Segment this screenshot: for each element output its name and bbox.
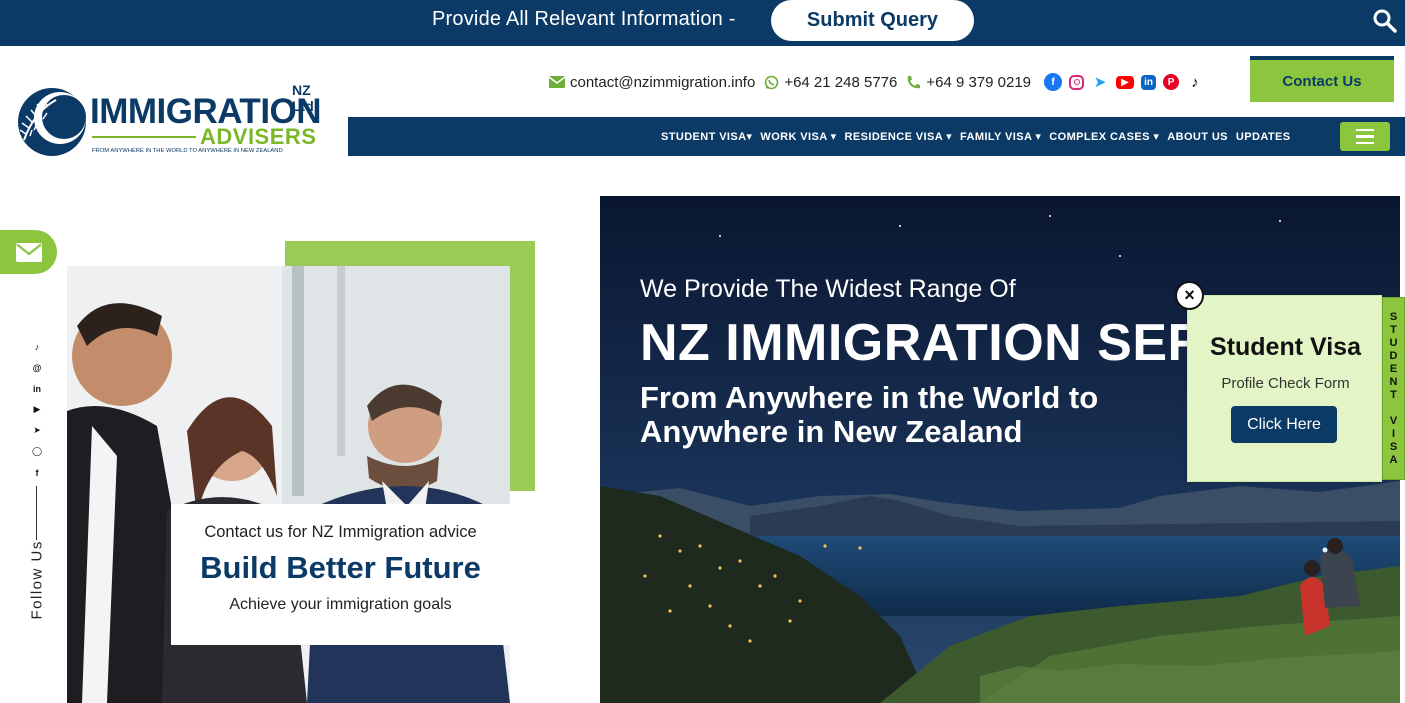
site-logo[interactable]: NZ Ltd IMMIGRATION ADVISERS FROM ANYWHER… <box>16 80 326 160</box>
phone-icon <box>908 75 921 88</box>
student-visa-popup: Student Visa Profile Check Form Click He… <box>1187 295 1382 482</box>
nav-item-family-visa[interactable]: FAMILY VISA ▾ <box>960 130 1041 143</box>
envelope-icon <box>549 76 565 88</box>
facebook-icon[interactable]: f <box>30 466 44 479</box>
youtube-icon[interactable]: ▶ <box>30 403 44 416</box>
fern-globe-logo-icon <box>18 88 86 156</box>
logo-advisers-text: ADVISERS <box>200 124 317 149</box>
popup-title: Student Visa <box>1210 333 1361 361</box>
linkedin-icon[interactable]: in <box>30 382 44 395</box>
twitter-icon[interactable]: ➤ <box>1091 73 1109 91</box>
student-visa-side-tab[interactable]: S T U D E N T V I S A <box>1382 297 1405 480</box>
linkedin-icon[interactable]: in <box>1141 74 1157 90</box>
side-tab-label: S T U D E N T V I S A <box>1389 310 1398 466</box>
phone-text: +64 9 379 0219 <box>926 73 1032 91</box>
email-contact[interactable]: contact@nzimmigration.info <box>549 74 755 91</box>
main-nav: STUDENT VISA▾ WORK VISA ▾ RESIDENCE VISA… <box>348 117 1405 156</box>
email-float-button[interactable] <box>0 230 57 274</box>
card-note: Achieve your immigration goals <box>229 596 452 613</box>
contact-us-button[interactable]: Contact Us <box>1250 56 1394 102</box>
logo-tagline: FROM ANYWHERE IN THE WORLD TO ANYWHERE I… <box>92 148 283 154</box>
follow-divider <box>36 486 37 540</box>
chevron-down-icon: ▾ <box>946 131 953 143</box>
nav-item-complex-cases[interactable]: COMPLEX CASES ▾ <box>1049 130 1159 143</box>
nav-items: STUDENT VISA▾ WORK VISA ▾ RESIDENCE VISA… <box>661 117 1298 156</box>
nav-item-residence-visa[interactable]: RESIDENCE VISA ▾ <box>845 130 953 143</box>
phone-contact[interactable]: +64 9 379 0219 <box>906 74 1031 91</box>
follow-us-label: Follow Us <box>28 540 46 620</box>
promo-card: Contact us for NZ Immigration advice Bui… <box>171 504 510 645</box>
hero-subtitle: From Anywhere in the World to Anywhere i… <box>640 380 1099 449</box>
facebook-icon[interactable]: f <box>1044 73 1063 91</box>
top-announcement-bar: Provide All Relevant Information - Submi… <box>0 0 1405 46</box>
popup-subtitle: Profile Check Form <box>1221 375 1350 392</box>
announcement-text: Provide All Relevant Information - <box>432 8 736 30</box>
envelope-icon <box>15 242 42 262</box>
nav-item-about-us[interactable]: ABOUT US <box>1167 131 1228 143</box>
chevron-down-icon: ▾ <box>1035 131 1042 143</box>
tiktok-icon[interactable]: ♪ <box>1186 73 1204 91</box>
hamburger-icon[interactable] <box>1340 122 1390 151</box>
card-title: Build Better Future <box>200 550 481 585</box>
instagram-icon[interactable]: ◯ <box>30 445 44 458</box>
click-here-button[interactable]: Click Here <box>1231 406 1337 443</box>
chevron-down-icon: ▾ <box>746 131 753 143</box>
chevron-down-icon: ▾ <box>830 131 837 143</box>
whatsapp-icon <box>765 75 779 89</box>
pinterest-icon[interactable]: P <box>1163 74 1180 90</box>
chevron-down-icon: ▾ <box>1153 131 1160 143</box>
search-icon[interactable] <box>1372 8 1398 34</box>
email-text: contact@nzimmigration.info <box>570 73 756 91</box>
instagram-icon[interactable] <box>1069 74 1085 90</box>
tiktok-icon[interactable]: ♪ <box>30 340 44 353</box>
close-icon[interactable]: × <box>1175 281 1204 310</box>
hero-kicker: We Provide The Widest Range Of <box>640 275 1016 303</box>
contact-strip: contact@nzimmigration.info +64 21 248 57… <box>549 72 1211 92</box>
card-subtitle: Contact us for NZ Immigration advice <box>204 523 477 541</box>
youtube-icon[interactable]: ▶ <box>1116 75 1135 89</box>
nav-item-updates[interactable]: UPDATES <box>1236 131 1291 143</box>
threads-icon[interactable]: @ <box>30 361 44 374</box>
nav-item-student-visa[interactable]: STUDENT VISA▾ <box>661 130 752 143</box>
follow-icons: ♪ @ in ▶ ➤ ◯ f <box>30 340 44 479</box>
whatsapp-contact[interactable]: +64 21 248 5776 <box>764 74 897 91</box>
logo-divider <box>92 136 196 138</box>
follow-us-rail: ♪ @ in ▶ ➤ ◯ f Follow Us <box>26 340 48 640</box>
social-links: f ➤ ▶ in P ♪ <box>1044 73 1211 91</box>
whatsapp-text: +64 21 248 5776 <box>784 73 898 91</box>
twitter-icon[interactable]: ➤ <box>30 424 44 437</box>
submit-query-button[interactable]: Submit Query <box>771 0 974 41</box>
nav-item-work-visa[interactable]: WORK VISA ▾ <box>760 130 836 143</box>
